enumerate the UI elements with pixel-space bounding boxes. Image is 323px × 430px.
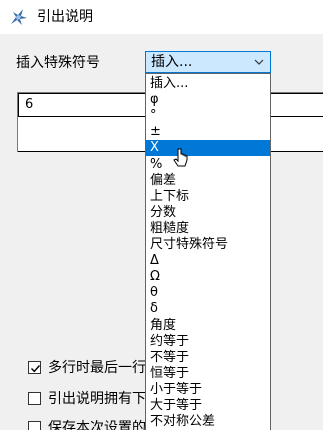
dropdown-option[interactable]: 不等于 — [146, 350, 270, 366]
dropdown-option[interactable]: 分数 — [146, 205, 270, 221]
checkbox-label: 多行时最后一行 — [48, 360, 146, 376]
dropdown-option[interactable]: θ — [146, 285, 270, 301]
app-logo-icon — [11, 9, 27, 25]
window-title: 引出说明 — [37, 9, 93, 25]
symbol-dropdown-list[interactable]: 插入... φ ° ± X% 偏差 上下标 分数 粗糙度 尺寸特殊符号 Δ Ωθ δ 角度 约等于 不等于 恒等… — [145, 73, 271, 430]
mouse-cursor-icon — [173, 148, 188, 167]
insert-symbol-label: 插入特殊符号 — [16, 55, 100, 71]
leader-note-dialog: 引出说明 插入特殊符号 插入... 6 多行时最后一行 引出说明拥有下 保存本次… — [0, 0, 323, 430]
checkbox-label: 引出说明拥有下 — [48, 391, 146, 407]
dropdown-option[interactable]: ± — [146, 124, 270, 140]
checkmark-icon — [31, 365, 41, 373]
combobox-value: 插入... — [151, 54, 193, 70]
dropdown-option[interactable]: φ — [146, 92, 270, 108]
dropdown-option[interactable]: 插入... — [146, 76, 270, 92]
title-bar[interactable]: 引出说明 — [0, 0, 323, 34]
checkbox[interactable] — [28, 421, 41, 430]
dropdown-option[interactable]: Δ — [146, 253, 270, 269]
dropdown-option[interactable]: 大于等于 — [146, 398, 270, 414]
chevron-down-icon — [254, 59, 264, 65]
dropdown-option[interactable]: 粗糙度 — [146, 221, 270, 237]
dropdown-option[interactable]: 尺寸特殊符号 — [146, 237, 270, 253]
dropdown-option[interactable]: ° — [146, 108, 270, 124]
dropdown-option[interactable]: 偏差 — [146, 173, 270, 189]
dropdown-option[interactable]: 上下标 — [146, 189, 270, 205]
dropdown-option[interactable]: 小于等于 — [146, 382, 270, 398]
dropdown-option[interactable]: X — [146, 140, 270, 157]
checkbox-label: 保存本次设置的 — [48, 420, 146, 430]
dropdown-option[interactable]: 约等于 — [146, 334, 270, 350]
checkbox[interactable] — [28, 361, 41, 374]
dropdown-option[interactable]: 不对称公差 — [146, 414, 270, 430]
dropdown-option[interactable]: δ — [146, 301, 270, 317]
dropdown-option[interactable]: Ω — [146, 269, 270, 285]
text-line-1-value: 6 — [25, 97, 34, 112]
dropdown-option[interactable]: 恒等于 — [146, 366, 270, 382]
dropdown-option[interactable]: % — [146, 157, 270, 173]
insert-symbol-combobox[interactable]: 插入... — [145, 51, 271, 73]
dropdown-option[interactable]: 角度 — [146, 318, 270, 334]
checkbox[interactable] — [28, 392, 41, 405]
